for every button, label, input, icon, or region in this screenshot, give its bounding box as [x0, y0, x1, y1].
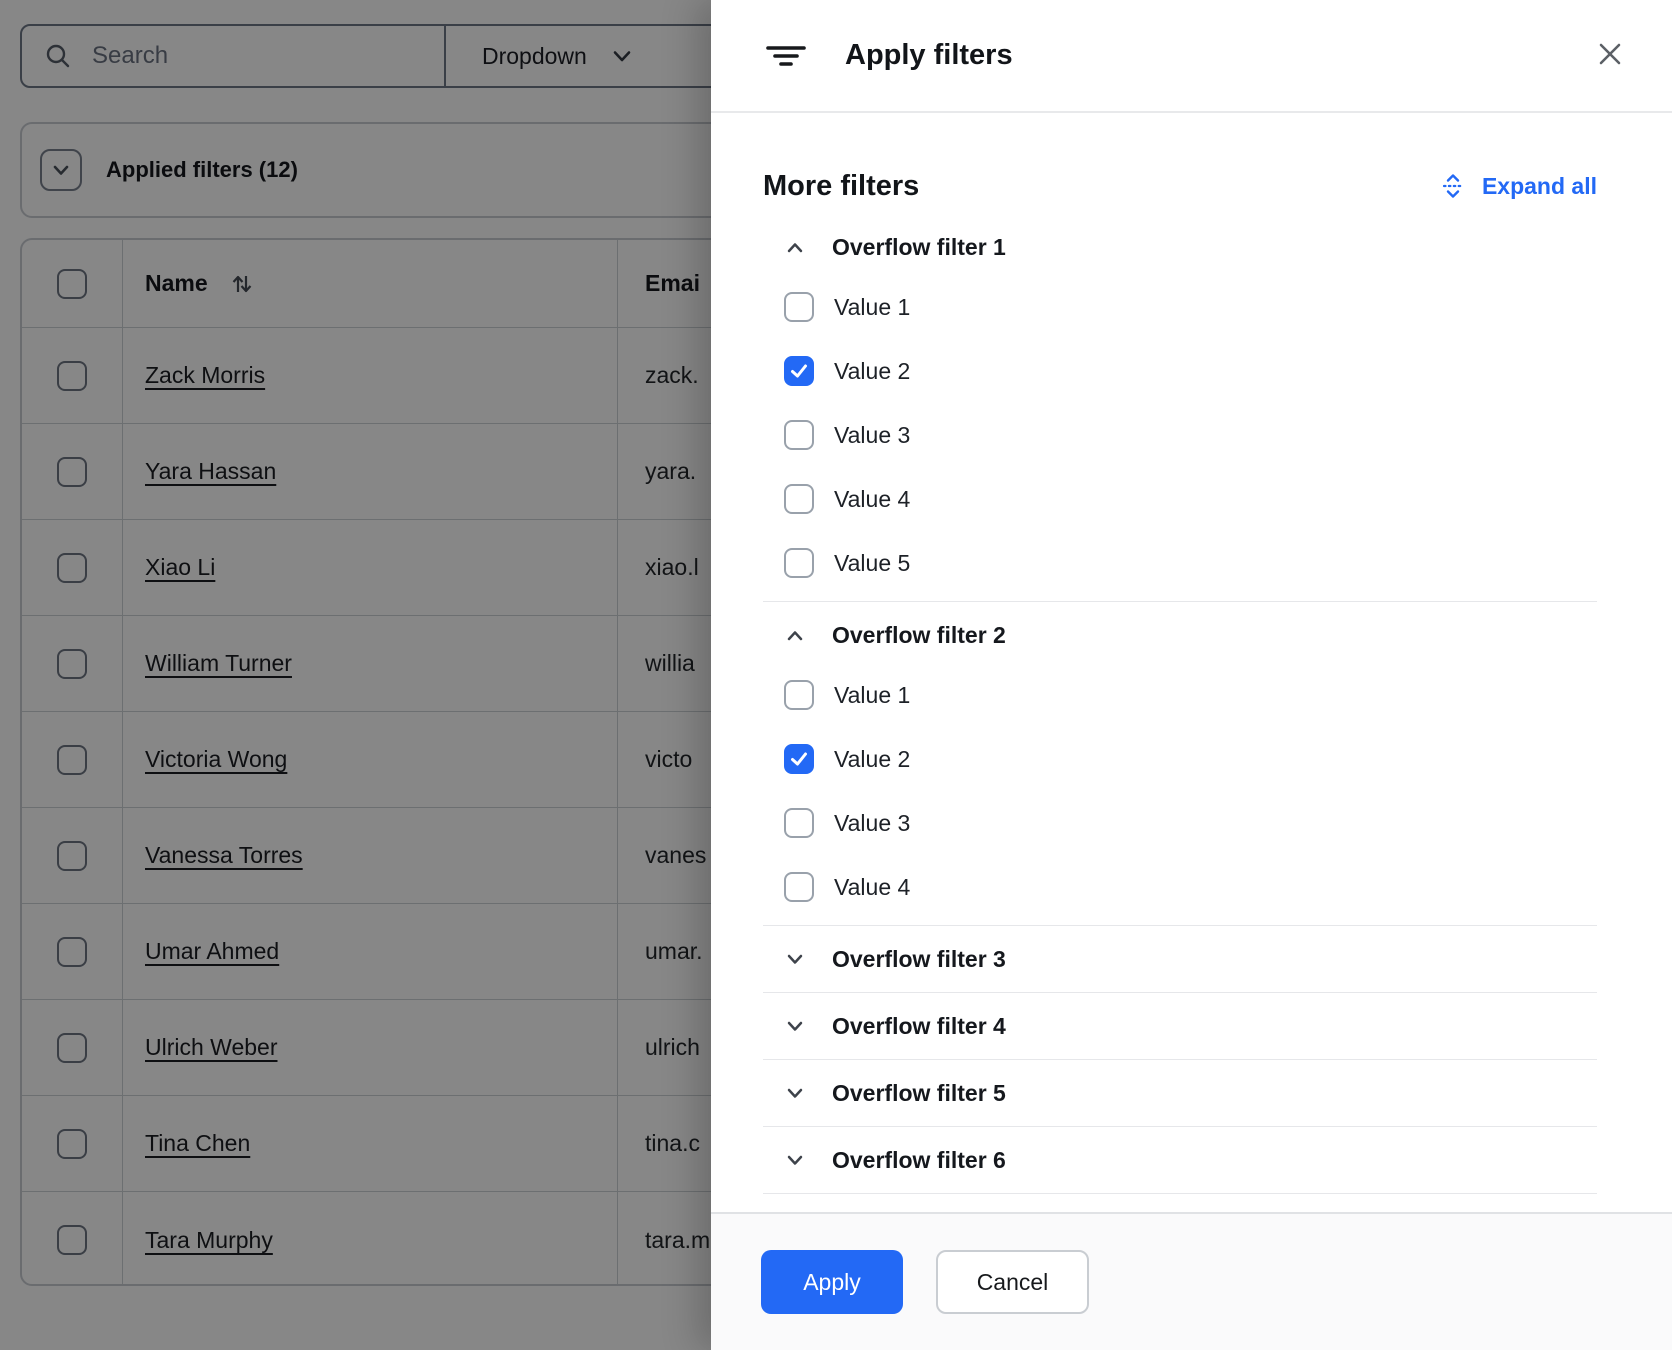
filter-value-row[interactable]: Value 1: [763, 275, 1597, 339]
filter-value-label: Value 1: [834, 682, 910, 709]
filter-value-row[interactable]: Value 2: [763, 727, 1597, 791]
expand-all-label: Expand all: [1482, 173, 1597, 200]
checkbox-checked[interactable]: [784, 356, 814, 386]
filter-value-label: Value 1: [834, 294, 910, 321]
filter-value-label: Value 3: [834, 422, 910, 449]
drawer-body: More filters Expand all Overflow filter …: [711, 113, 1672, 1212]
chevron-up-icon: [785, 626, 805, 646]
chevron-down-icon: [785, 949, 805, 969]
chevron-down-icon: [785, 1016, 805, 1036]
filter-value-label: Value 2: [834, 746, 910, 773]
filter-section-label: Overflow filter 4: [832, 1013, 1006, 1040]
expand-all-link[interactable]: Expand all: [1440, 173, 1597, 200]
chevron-down-icon: [785, 1083, 805, 1103]
filter-section: Overflow filter 1 Value 1 Value 2 Value 3 Va…: [763, 214, 1597, 601]
filter-value-row[interactable]: Value 4: [763, 855, 1597, 919]
filter-section-toggle[interactable]: Overflow filter 1: [763, 214, 1597, 275]
filter-value-row[interactable]: Value 4: [763, 467, 1597, 531]
checkbox-unchecked[interactable]: [784, 484, 814, 514]
filter-icon: [766, 40, 806, 72]
drawer-header: Apply filters: [711, 0, 1672, 113]
checkbox-unchecked[interactable]: [784, 548, 814, 578]
expand-all-icon: [1440, 173, 1466, 199]
filter-section-label: Overflow filter 1: [832, 234, 1006, 261]
filter-value-label: Value 4: [834, 486, 910, 513]
filter-section-toggle[interactable]: Overflow filter 4: [763, 993, 1597, 1059]
apply-filters-drawer: Apply filters More filters: [711, 0, 1672, 1350]
page: Search Dropdown Applied filters (12): [0, 0, 1672, 1350]
apply-button[interactable]: Apply: [761, 1250, 903, 1314]
filter-section: Overflow filter 4: [763, 993, 1597, 1059]
filter-section-label: Overflow filter 3: [832, 946, 1006, 973]
checkbox-checked[interactable]: [784, 744, 814, 774]
close-button[interactable]: [1592, 36, 1628, 72]
filter-section-label: Overflow filter 2: [832, 622, 1006, 649]
filter-section-toggle[interactable]: Overflow filter 5: [763, 1060, 1597, 1126]
drawer-title: Apply filters: [845, 39, 1013, 72]
filter-section: Overflow filter 3: [763, 926, 1597, 992]
filter-value-label: Value 3: [834, 810, 910, 837]
filter-section: Overflow filter 5: [763, 1060, 1597, 1126]
filter-section-toggle[interactable]: Overflow filter 3: [763, 926, 1597, 992]
filter-section-toggle[interactable]: Overflow filter 6: [763, 1127, 1597, 1193]
close-icon: [1596, 40, 1624, 68]
checkbox-unchecked[interactable]: [784, 420, 814, 450]
filter-section-toggle[interactable]: Overflow filter 2: [763, 602, 1597, 663]
more-filters-heading: More filters: [763, 170, 919, 203]
section-divider: [763, 1193, 1597, 1194]
chevron-up-icon: [785, 238, 805, 258]
filter-section-label: Overflow filter 6: [832, 1147, 1006, 1174]
checkbox-unchecked[interactable]: [784, 808, 814, 838]
filter-value-row[interactable]: Value 3: [763, 403, 1597, 467]
filter-section: Overflow filter 6: [763, 1127, 1597, 1193]
drawer-footer: Apply Cancel: [711, 1212, 1672, 1350]
chevron-down-icon: [785, 1150, 805, 1170]
filter-section-label: Overflow filter 5: [832, 1080, 1006, 1107]
filter-section: Overflow filter 2 Value 1 Value 2 Value 3 Va…: [763, 602, 1597, 925]
filter-value-row[interactable]: Value 2: [763, 339, 1597, 403]
filter-sections: Overflow filter 1 Value 1 Value 2 Value 3 Va…: [763, 214, 1597, 1194]
cancel-button[interactable]: Cancel: [936, 1250, 1089, 1314]
filter-value-row[interactable]: Value 5: [763, 531, 1597, 595]
checkbox-unchecked[interactable]: [784, 680, 814, 710]
filter-value-label: Value 2: [834, 358, 910, 385]
filter-value-label: Value 5: [834, 550, 910, 577]
checkbox-unchecked[interactable]: [784, 872, 814, 902]
filter-value-label: Value 4: [834, 874, 910, 901]
filter-value-row[interactable]: Value 3: [763, 791, 1597, 855]
filter-value-row[interactable]: Value 1: [763, 663, 1597, 727]
checkbox-unchecked[interactable]: [784, 292, 814, 322]
